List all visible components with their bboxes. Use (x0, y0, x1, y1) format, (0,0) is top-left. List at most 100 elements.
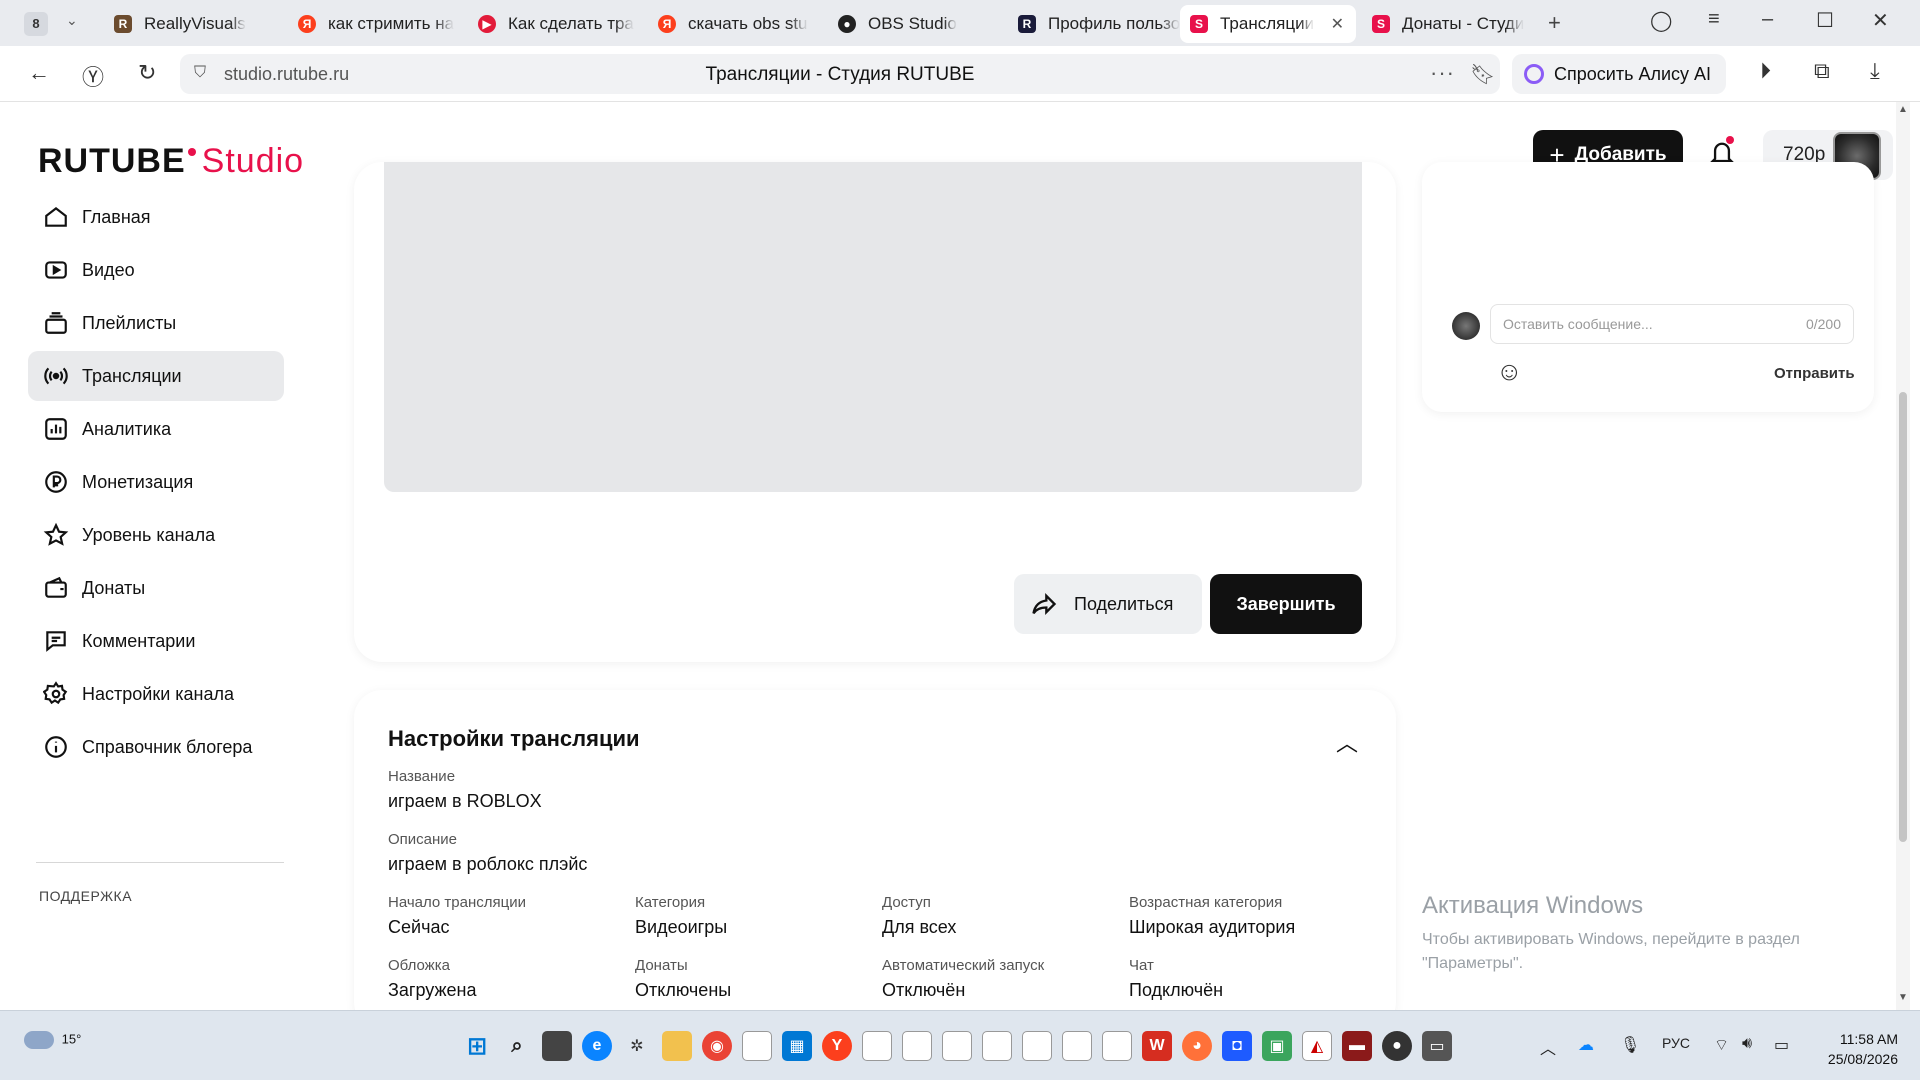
wallet-icon (42, 574, 70, 602)
browser-tab[interactable]: R ReallyVisuals (104, 5, 284, 43)
profile-icon[interactable]: ◯ (1650, 8, 1672, 33)
close-icon[interactable]: ✕ (1331, 14, 1344, 34)
sidebar-item-analytics[interactable]: Аналитика (28, 404, 284, 454)
chrome-icon[interactable]: ◉ (702, 1031, 732, 1061)
firefox-icon[interactable]: ◕ (1182, 1031, 1212, 1061)
browser-tab[interactable]: Я как стримить на (288, 5, 464, 43)
bookmark-icon[interactable]: 🔖︎ (1470, 62, 1495, 87)
url-field[interactable]: ⛉ studio.rutube.ru Трансляции - Студия R… (180, 54, 1500, 94)
field-value: Отключены (635, 980, 732, 1000)
chat-message-input[interactable]: Оставить сообщение... 0/200 (1490, 304, 1854, 344)
sidebar-item-broadcasts[interactable]: Трансляции (28, 351, 284, 401)
app-icon[interactable]: ◘ (1222, 1031, 1252, 1061)
field-label: Донаты (635, 957, 688, 974)
window-close-icon[interactable]: ✕ (1872, 8, 1889, 33)
minecraft-icon[interactable]: ▣ (1262, 1031, 1292, 1061)
file-icon[interactable] (1102, 1031, 1132, 1061)
field-value: Для всех (882, 917, 957, 937)
file-icon[interactable] (1062, 1031, 1092, 1061)
browser-tab[interactable]: ● OBS Studio (828, 5, 1004, 43)
rutube-studio-logo[interactable]: RUTUBE Studio (38, 142, 304, 181)
windows-start-icon[interactable]: ⊞ (462, 1031, 492, 1061)
home-icon (42, 203, 70, 231)
reload-icon[interactable]: ↻ (138, 60, 156, 86)
battery-icon[interactable]: ▭ (1774, 1035, 1789, 1055)
language-indicator[interactable]: РУС (1662, 1035, 1690, 1051)
info-icon (42, 733, 70, 761)
scrollbar-thumb[interactable] (1899, 392, 1907, 842)
browser-tab-active[interactable]: S Трансляции ✕ (1180, 5, 1356, 43)
copilot-icon[interactable]: ✲ (622, 1031, 652, 1061)
download-icon[interactable]: ⤓ (1870, 58, 1880, 84)
clock-time: 11:58 AM (1839, 1031, 1898, 1047)
app-icon[interactable]: ▬ (1342, 1031, 1372, 1061)
sidebar-item-channel-settings[interactable]: Настройки канала (28, 669, 284, 719)
browser-tab[interactable]: S Донаты - Студи (1362, 5, 1538, 43)
system-clock[interactable]: 11:58 AM 25/08/2026 (1818, 1029, 1898, 1069)
file-icon[interactable] (1022, 1031, 1052, 1061)
browser-tab[interactable]: R Профиль пользо (1008, 5, 1184, 43)
emoji-icon[interactable]: ☺ (1496, 356, 1523, 387)
obs-icon: ● (838, 15, 856, 33)
finish-stream-button[interactable]: Завершить (1210, 574, 1362, 634)
file-explorer-icon[interactable] (662, 1031, 692, 1061)
send-button[interactable]: Отправить (1774, 365, 1855, 382)
more-icon[interactable]: ··· (1430, 60, 1455, 86)
analytics-icon (42, 415, 70, 443)
image-viewer-icon[interactable]: ◭ (1302, 1031, 1332, 1061)
store-icon[interactable]: ▦ (782, 1031, 812, 1061)
onedrive-icon[interactable]: ☁ (1578, 1035, 1594, 1055)
field-label: Категория (635, 894, 706, 911)
browser-tab[interactable]: Я скачать obs stu (648, 5, 824, 43)
file-icon[interactable] (982, 1031, 1012, 1061)
field-value: играем в ROBLOX (388, 791, 542, 811)
yandex-home-icon[interactable]: Ⓨ (82, 60, 104, 92)
ask-alice-button[interactable]: Спросить Алису AI (1512, 54, 1726, 94)
sidebar-item-video[interactable]: Видео (28, 245, 284, 295)
playlists-icon (42, 309, 70, 337)
chevron-up-icon[interactable]: ︿ (1540, 1035, 1556, 1059)
file-icon[interactable] (942, 1031, 972, 1061)
chevron-up-icon[interactable]: ︿ (1336, 726, 1358, 758)
app-icon[interactable]: ▭ (1422, 1031, 1452, 1061)
file-icon[interactable] (902, 1031, 932, 1061)
sidebar-item-comments[interactable]: Комментарии (28, 616, 284, 666)
maximize-icon[interactable]: ☐ (1816, 8, 1834, 33)
windows-activation-watermark: Активация Windows Чтобы активировать Win… (1422, 892, 1800, 976)
star-icon (42, 521, 70, 549)
sidebar-item-monetization[interactable]: Монетизация (28, 457, 284, 507)
search-icon[interactable]: ⌕ (502, 1031, 532, 1061)
microphone-icon[interactable]: 🎙︎ (1620, 1035, 1640, 1055)
sidebar-item-channel-level[interactable]: Уровень канала (28, 510, 284, 560)
field-label: Описание (388, 831, 458, 848)
page-scrollbar[interactable]: ▲ ▼ (1896, 102, 1910, 1010)
tab-count-badge[interactable]: 8 (24, 12, 48, 36)
file-icon[interactable] (862, 1031, 892, 1061)
minimize-icon[interactable]: – (1762, 8, 1773, 31)
sidebar-item-home[interactable]: Главная (28, 192, 284, 242)
new-tab-icon[interactable]: + (1548, 10, 1561, 36)
yandex-browser-icon[interactable]: Y (822, 1031, 852, 1061)
share-button[interactable]: Поделиться (1014, 574, 1202, 634)
sidebar-item-blogger-guide[interactable]: Справочник блогера (28, 722, 284, 772)
file-icon[interactable] (742, 1031, 772, 1061)
obs-icon[interactable]: ● (1382, 1031, 1412, 1061)
field-description: Описание играем в роблокс плэйс (388, 831, 587, 875)
back-icon[interactable]: ← (28, 60, 50, 86)
scroll-up-icon[interactable]: ▲ (1898, 104, 1908, 115)
scroll-down-icon[interactable]: ▼ (1898, 992, 1908, 1003)
menu-icon[interactable]: ≡ (1708, 8, 1720, 31)
browser-tab[interactable]: ▶ Как сделать тра (468, 5, 644, 43)
weather-widget[interactable]: 15° (24, 1031, 81, 1049)
wifi-icon[interactable]: ⌔ (1714, 1035, 1729, 1055)
task-view-icon[interactable] (542, 1031, 572, 1061)
extensions-icon[interactable]: ⧉ (1814, 58, 1830, 84)
media-play-icon[interactable]: ⏵ (1760, 58, 1771, 84)
edge-icon[interactable]: e (582, 1031, 612, 1061)
volume-icon[interactable]: 🔊︎ (1742, 1035, 1752, 1053)
sidebar-item-donations[interactable]: Донаты (28, 563, 284, 613)
chevron-down-icon[interactable]: ⌄ (66, 12, 78, 29)
wps-icon[interactable]: W (1142, 1031, 1172, 1061)
stream-preview (384, 162, 1362, 492)
sidebar-item-playlists[interactable]: Плейлисты (28, 298, 284, 348)
